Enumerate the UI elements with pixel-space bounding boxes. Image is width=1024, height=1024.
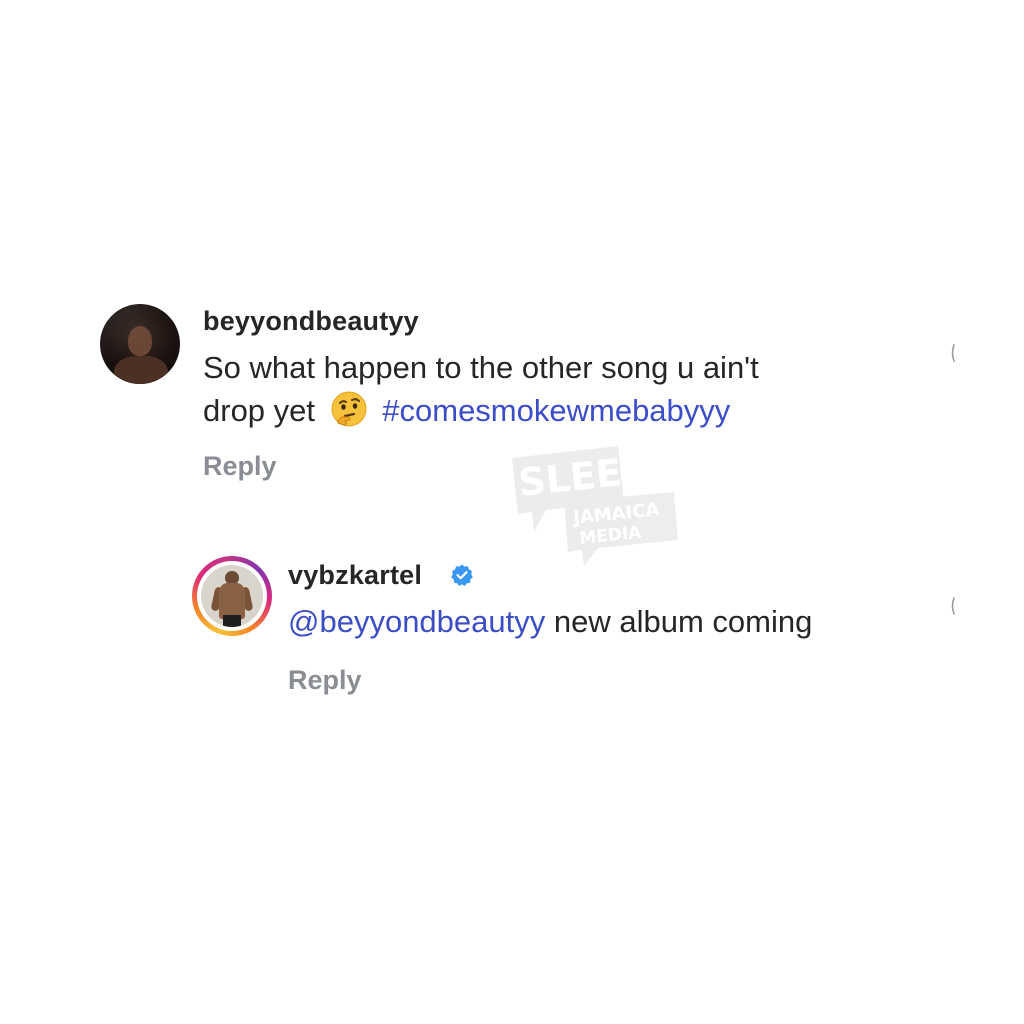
sleek-jamaica-media-watermark: SLEEK JAMAICA MEDIA	[512, 446, 678, 566]
avatar-shading	[100, 304, 180, 384]
thinking-face-icon	[331, 391, 367, 427]
comment-username[interactable]: beyyondbeautyy	[203, 306, 419, 337]
verified-badge-icon	[451, 564, 473, 586]
like-heart-icon[interactable]	[950, 596, 956, 616]
avatar-figure-body	[219, 583, 245, 619]
mention-link[interactable]: @beyyondbeautyy	[288, 604, 545, 639]
story-ring[interactable]	[192, 556, 272, 636]
like-heart-icon[interactable]	[950, 343, 956, 363]
comment-text-body: new album coming	[545, 604, 813, 639]
avatar[interactable]	[100, 304, 180, 384]
avatar-figure-legs	[223, 615, 241, 627]
reply-button[interactable]: Reply	[288, 665, 362, 696]
comment-text-line-1: So what happen to the other song u ain't	[203, 350, 759, 385]
comment-text-line-2: drop yet #comesmokewmebabyyy	[203, 390, 730, 431]
hashtag-link[interactable]: #comesmokewmebabyyy	[382, 393, 730, 428]
avatar[interactable]	[201, 565, 263, 627]
comment-username[interactable]: vybzkartel	[288, 560, 422, 591]
comment-text: @beyyondbeautyy new album coming	[288, 602, 812, 642]
reply-button[interactable]: Reply	[203, 451, 277, 482]
comment-text-prefix: drop yet	[203, 393, 316, 428]
